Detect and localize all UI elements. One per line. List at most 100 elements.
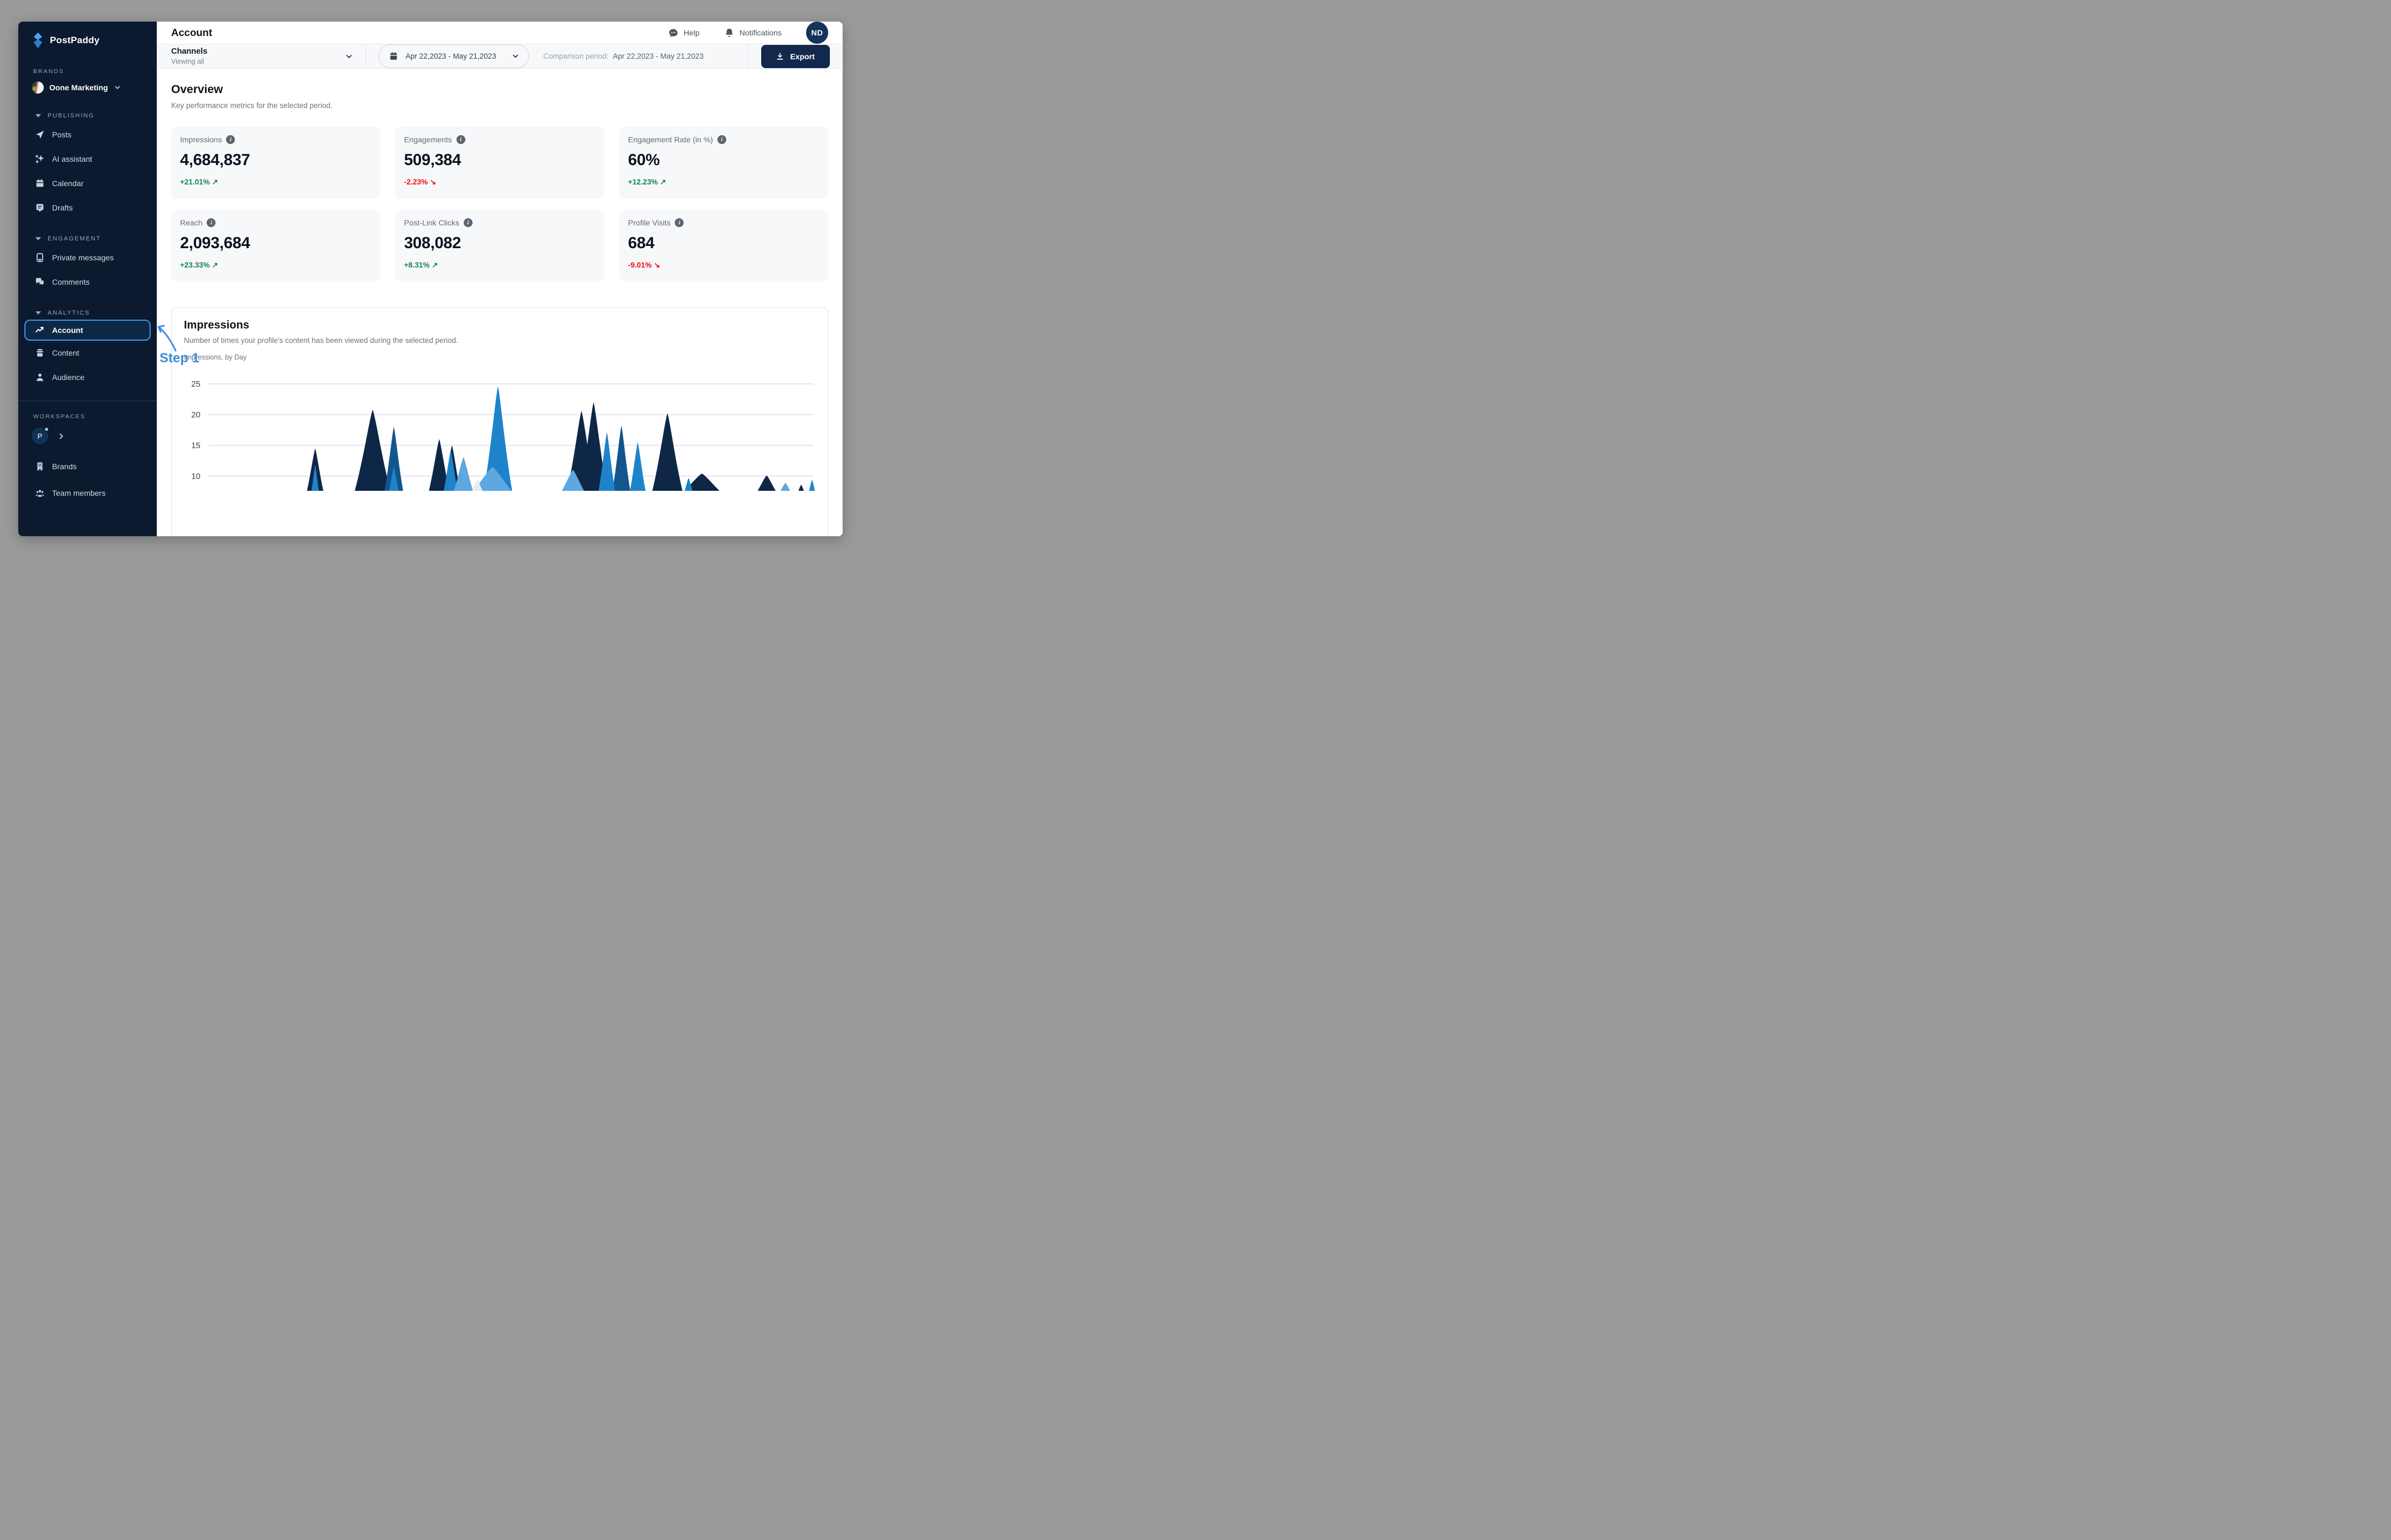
top-bar: Account Help Notifications (157, 22, 843, 44)
metric-delta: +23.33% ↗ (180, 261, 371, 270)
chevron-down-icon (511, 52, 520, 60)
metric-value: 60% (628, 151, 819, 170)
trend-up-icon (35, 325, 45, 335)
person-icon (35, 372, 45, 382)
metric-delta: +21.01% ↗ (180, 178, 371, 187)
workspace-avatar[interactable]: P (32, 428, 48, 444)
sidebar-item-content[interactable]: Content (18, 341, 157, 365)
info-icon[interactable] (207, 218, 216, 227)
chevron-right-icon[interactable] (57, 432, 65, 440)
sidebar-item-brands[interactable]: Brands (18, 453, 157, 480)
brand-title: PostPaddy (50, 35, 100, 46)
nav-group-analytics[interactable]: ANALYTICS (18, 310, 157, 316)
brand-selector[interactable]: Oone Marketing (32, 81, 157, 94)
calendar-icon (389, 52, 398, 61)
metric-value: 684 (628, 234, 819, 253)
chart-subtitle: Number of times your profile's content h… (184, 336, 815, 345)
top-bar-actions: Help Notifications ND (668, 22, 828, 44)
sidebar-item-comments[interactable]: Comments (18, 270, 157, 294)
metric-value: 2,093,684 (180, 234, 371, 253)
chart-series-label: Impressions, by Day (184, 353, 815, 361)
info-icon[interactable] (717, 135, 726, 144)
help-chat-icon (668, 28, 679, 38)
workspaces-section-label: WORKSPACES (18, 413, 157, 420)
filter-bar: Channels Viewing all Apr 22,2023 - May 2… (157, 44, 843, 69)
export-button[interactable]: Export (761, 45, 830, 68)
metric-delta: +12.23% ↗ (628, 178, 819, 187)
phone-icon (35, 253, 45, 263)
svg-text:25: 25 (191, 380, 201, 389)
chevron-down-icon (345, 52, 353, 61)
overview-title: Overview (171, 83, 828, 96)
sidebar-item-drafts[interactable]: Drafts (18, 196, 157, 220)
building-icon (35, 461, 45, 471)
chevron-down-icon (114, 84, 121, 91)
date-range-value: Apr 22,2023 - May 21,2023 (406, 52, 496, 60)
svg-text:10: 10 (191, 472, 201, 481)
sidebar-footer-nav: Brands Team members (18, 453, 157, 506)
metric-cards: Impressions 4,684,837 +21.01% ↗ Engageme… (171, 127, 828, 282)
filter-bar-middle: Apr 22,2023 - May 21,2023 Comparison per… (366, 44, 747, 68)
chart-title: Impressions (184, 319, 815, 332)
metric-value: 509,384 (404, 151, 595, 170)
sidebar: PostPaddy BRANDS Oone Marketing PUBLISHI… (18, 22, 157, 536)
sidebar-item-team-members[interactable]: Team members (18, 480, 157, 506)
stack-icon (35, 348, 45, 358)
nav-group-engagement[interactable]: ENGAGEMENT (18, 235, 157, 242)
app-logo: PostPaddy (32, 32, 157, 49)
metric-delta: -9.01% ↘ (628, 261, 819, 270)
brand-selector-label: Oone Marketing (49, 83, 108, 92)
sidebar-item-ai-assistant[interactable]: AI assistant (18, 147, 157, 171)
metric-card-reach: Reach 2,093,684 +23.33% ↗ (171, 210, 380, 282)
postpaddy-logo-icon (32, 32, 44, 49)
sidebar-item-account[interactable]: Account (24, 320, 151, 341)
metric-card-engagement-rate: Engagement Rate (in %) 60% +12.23% ↗ (619, 127, 828, 199)
chevron-down-icon (35, 311, 41, 315)
sidebar-item-private-messages[interactable]: Private messages (18, 245, 157, 270)
metric-card-engagements: Engagements 509,384 -2.23% ↘ (395, 127, 604, 199)
user-avatar[interactable]: ND (806, 22, 828, 44)
online-status-dot (44, 427, 49, 432)
sidebar-item-audience[interactable]: Audience (18, 365, 157, 389)
workspace-switcher[interactable]: P (32, 428, 157, 444)
people-icon (35, 488, 45, 498)
metric-delta: +8.31% ↗ (404, 261, 595, 270)
svg-text:20: 20 (191, 410, 201, 419)
chevron-down-icon (35, 237, 41, 240)
info-icon[interactable] (226, 135, 235, 144)
calendar-icon (35, 178, 45, 188)
send-icon (35, 130, 45, 140)
info-icon[interactable] (456, 135, 465, 144)
comparison-period: Comparison period: Apr 22,2023 - May 21,… (543, 52, 704, 60)
sidebar-item-posts[interactable]: Posts (18, 122, 157, 147)
channels-dropdown[interactable]: Channels Viewing all (157, 44, 366, 68)
export-section: Export (747, 44, 843, 68)
brands-section-label: BRANDS (18, 68, 157, 75)
download-icon (776, 52, 784, 61)
metric-value: 308,082 (404, 234, 595, 253)
overview-subtitle: Key performance metrics for the selected… (171, 101, 828, 110)
sidebar-nav: PUBLISHING Posts AI assistant (18, 97, 157, 389)
nav-group-publishing[interactable]: PUBLISHING (18, 112, 157, 119)
page-title: Account (171, 27, 212, 39)
info-icon[interactable] (464, 218, 473, 227)
impressions-area-chart: 10 15 20 25 (184, 373, 815, 491)
metric-card-profile-visits: Profile Visits 684 -9.01% ↘ (619, 210, 828, 282)
app-window: PostPaddy BRANDS Oone Marketing PUBLISHI… (18, 22, 843, 536)
metric-value: 4,684,837 (180, 151, 371, 170)
brand-avatar (32, 81, 44, 94)
comparison-period-label: Comparison period: (543, 52, 609, 60)
svg-text:15: 15 (191, 442, 201, 450)
help-button[interactable]: Help (668, 28, 700, 38)
metric-delta: -2.23% ↘ (404, 178, 595, 187)
sidebar-item-calendar[interactable]: Calendar (18, 171, 157, 196)
date-range-picker[interactable]: Apr 22,2023 - May 21,2023 (378, 44, 529, 68)
comments-icon (35, 277, 45, 287)
info-icon[interactable] (675, 218, 684, 227)
notifications-button[interactable]: Notifications (724, 28, 782, 38)
comparison-period-value: Apr 22,2023 - May 21,2023 (613, 52, 704, 60)
bell-icon (724, 28, 735, 38)
chevron-down-icon (35, 114, 41, 117)
draft-icon (35, 203, 45, 213)
metric-card-post-link-clicks: Post-Link Clicks 308,082 +8.31% ↗ (395, 210, 604, 282)
